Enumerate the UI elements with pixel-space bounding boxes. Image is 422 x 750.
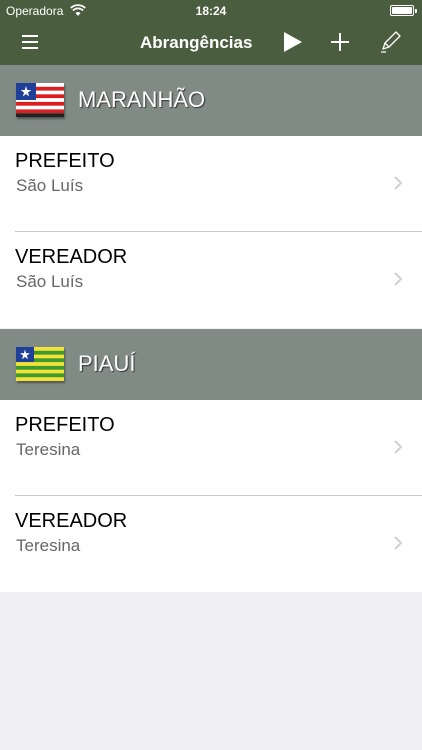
office-title: PREFEITO	[15, 150, 115, 172]
pencil-icon[interactable]	[378, 30, 402, 54]
chevron-right-icon	[394, 440, 402, 454]
battery-icon	[390, 5, 417, 16]
status-bar: Operadora 18:24	[0, 0, 422, 22]
city-subtitle: Teresina	[16, 440, 81, 459]
city-subtitle: Teresina	[16, 536, 81, 555]
city-subtitle: São Luís	[16, 272, 84, 291]
section-header-piaui: PIAUÍ	[0, 329, 422, 400]
hamburger-menu-icon[interactable]	[22, 35, 42, 53]
plus-icon[interactable]	[328, 30, 352, 54]
state-name: PIAUÍ	[78, 351, 136, 376]
piaui-flag-icon	[16, 347, 64, 381]
maranhao-flag-icon	[16, 83, 64, 117]
office-title: VEREADOR	[15, 246, 128, 268]
list-item[interactable]: VEREADOR São Luís	[0, 232, 422, 328]
navigation-bar: Abrangências	[0, 22, 422, 65]
chevron-right-icon	[394, 272, 402, 286]
page-title: Abrangências	[140, 33, 253, 52]
play-icon[interactable]	[281, 30, 305, 54]
top-bar: Operadora 18:24 Abrangências	[0, 0, 422, 65]
list-item[interactable]: PREFEITO São Luís	[0, 136, 422, 232]
state-name: MARANHÃO	[78, 87, 206, 112]
section-header-maranhao: MARANHÃO	[0, 65, 422, 136]
city-subtitle: São Luís	[16, 176, 84, 195]
office-title: VEREADOR	[15, 510, 128, 532]
clock: 18:24	[195, 4, 227, 18]
list-item[interactable]: VEREADOR Teresina	[0, 496, 422, 592]
list-item[interactable]: PREFEITO Teresina	[0, 400, 422, 496]
chevron-right-icon	[394, 176, 402, 190]
chevron-right-icon	[394, 536, 402, 550]
office-title: PREFEITO	[15, 414, 115, 436]
